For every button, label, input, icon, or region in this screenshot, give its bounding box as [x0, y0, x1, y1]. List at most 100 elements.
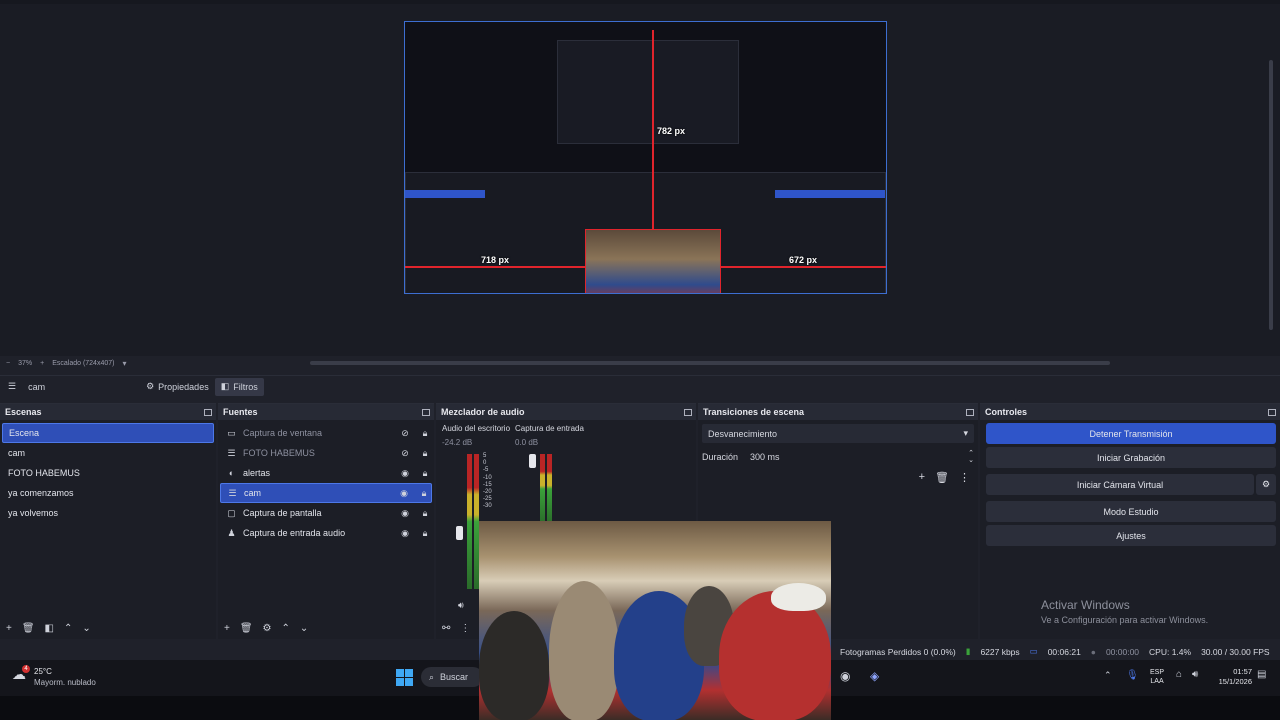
start-recording-button[interactable]: Iniciar Grabación: [986, 447, 1276, 468]
add-scene-button[interactable]: +: [6, 623, 12, 634]
source-item-alertas[interactable]: ◐ alertas ◉ 🔒︎: [220, 463, 432, 483]
preview-vertical-scrollbar[interactable]: [1269, 60, 1273, 330]
source-label: Captura de entrada audio: [243, 528, 346, 538]
source-item-captura-de-pantalla[interactable]: ▢ Captura de pantalla ◉ 🔒︎: [220, 503, 432, 523]
source-label: FOTO HABEMUS: [243, 448, 315, 458]
scene-item-foto-habemus[interactable]: FOTO HABEMUS: [2, 463, 214, 483]
app-taskbar-icon[interactable]: ◈: [870, 669, 879, 683]
guide-label-top: 782 px: [657, 126, 686, 136]
activate-windows-watermark: Activar Windows Ve a Configuración para …: [1041, 598, 1208, 625]
scene-item-cam[interactable]: cam: [2, 443, 214, 463]
lock-icon[interactable]: 🔒︎: [417, 488, 431, 499]
source-item-foto-habemus[interactable]: ☰ FOTO HABEMUS ⊘ 🔒︎: [220, 443, 432, 463]
windows-start-icon[interactable]: [396, 669, 413, 686]
obs-taskbar-icon[interactable]: ◉: [840, 669, 850, 683]
weather-temp[interactable]: 25°C: [34, 667, 52, 676]
lock-icon[interactable]: 🔒︎: [418, 508, 432, 519]
scenes-list: Escena cam FOTO HABEMUS ya comenzamos ya…: [0, 420, 216, 526]
more-vertical-icon[interactable]: ⋮: [959, 471, 970, 484]
transitions-header: Transiciones de escena: [698, 404, 978, 420]
webcam-person: [479, 611, 549, 720]
undock-icon[interactable]: [684, 408, 692, 416]
language-indicator[interactable]: ESP LAA: [1150, 668, 1164, 686]
undock-icon[interactable]: [422, 408, 430, 416]
volume-icon[interactable]: 🔊︎: [1192, 669, 1198, 680]
scene-label: FOTO HABEMUS: [8, 468, 80, 478]
link-icon[interactable]: ⚯: [442, 623, 450, 634]
eye-hidden-icon[interactable]: ⊘: [398, 448, 412, 459]
volume-slider-desktop[interactable]: [456, 526, 463, 540]
studio-mode-button[interactable]: Modo Estudio: [986, 501, 1276, 522]
taskbar-search[interactable]: ⌕ Buscar: [421, 667, 483, 687]
start-virtual-camera-button[interactable]: Iniciar Cámara Virtual: [986, 474, 1254, 495]
preview-zoom-status: − 37% + Escalado (724x407) ▾: [0, 357, 400, 369]
source-label: cam: [244, 488, 262, 498]
chevron-down-icon: ▾: [963, 428, 968, 438]
move-up-button[interactable]: ⌃: [64, 623, 72, 634]
weather-desc[interactable]: Mayorm. nublado: [34, 678, 96, 687]
remove-transition-button[interactable]: 🗑: [935, 471, 949, 484]
zoom-out-button[interactable]: −: [6, 360, 10, 367]
zoom-in-button[interactable]: +: [40, 360, 44, 367]
speaker-icon[interactable]: 🔊︎: [458, 600, 464, 611]
more-vertical-icon[interactable]: ⋮: [460, 623, 470, 634]
properties-label: Propiedades: [158, 381, 209, 392]
lock-icon[interactable]: 🔒︎: [418, 448, 432, 459]
lock-icon[interactable]: 🔒︎: [418, 428, 432, 439]
clock[interactable]: 01:57 15/1/2026: [1212, 667, 1252, 687]
stop-streaming-button[interactable]: Detener Transmisión: [986, 423, 1276, 444]
scene-item-ya-comenzamos[interactable]: ya comenzamos: [2, 483, 214, 503]
chevron-down-icon[interactable]: ▾: [122, 359, 126, 368]
notification-bell-icon[interactable]: ▤: [1257, 669, 1266, 680]
fps: 30.00 / 30.00 FPS: [1201, 646, 1270, 657]
spin-icon[interactable]: ⌃ ⌄: [964, 450, 978, 464]
network-icon[interactable]: ⌂: [1176, 669, 1182, 680]
eye-hidden-icon[interactable]: ⊘: [398, 428, 412, 439]
watermark-title: Activar Windows: [1041, 598, 1130, 612]
source-item-captura-de-ventana[interactable]: ▭ Captura de ventana ⊘ 🔒︎: [220, 423, 432, 443]
transition-select[interactable]: Desvanecimiento ▾: [702, 424, 974, 443]
eye-icon[interactable]: ◉: [397, 488, 411, 499]
undock-icon[interactable]: [966, 408, 974, 416]
remove-source-button[interactable]: 🗑: [240, 623, 253, 634]
remove-scene-button[interactable]: 🗑: [22, 623, 35, 634]
bitrate: 6227 kbps: [980, 646, 1020, 657]
record-icon: ●: [1090, 646, 1096, 657]
lock-icon[interactable]: 🔒︎: [418, 468, 432, 479]
cam-source-bounding-box[interactable]: [585, 229, 721, 293]
add-transition-button[interactable]: +: [919, 471, 925, 484]
window-icon: ▭: [227, 427, 236, 438]
duration-input[interactable]: 300 ms: [750, 452, 964, 462]
settings-button[interactable]: Ajustes: [986, 525, 1276, 546]
eye-icon[interactable]: ◉: [398, 528, 412, 539]
properties-button[interactable]: ⚙ Propiedades: [140, 378, 215, 396]
source-item-cam[interactable]: ☰ cam ◉ 🔒︎: [220, 483, 432, 503]
move-up-button[interactable]: ⌃: [282, 623, 290, 634]
scene-filters-button[interactable]: ◧: [45, 623, 54, 634]
filters-button[interactable]: ◧ Filtros: [214, 377, 264, 396]
webcam-overlay-window[interactable]: [479, 521, 831, 720]
lock-icon[interactable]: 🔒︎: [418, 528, 432, 539]
preview-canvas[interactable]: 782 px 718 px 672 px: [404, 21, 887, 294]
scale-mode-select[interactable]: Escalado (724x407): [52, 360, 114, 367]
add-source-button[interactable]: +: [224, 623, 230, 634]
preview-horizontal-scrollbar[interactable]: [310, 361, 1110, 365]
gear-icon: ⚙: [146, 381, 155, 391]
volume-slider-input[interactable]: [529, 454, 536, 468]
channel-db-desktop: -24.2 dB: [442, 438, 473, 447]
undock-icon[interactable]: [204, 408, 212, 416]
scene-item-escena[interactable]: Escena: [2, 423, 214, 443]
gear-icon[interactable]: ⚙: [1256, 474, 1276, 495]
watermark-subtitle: Ve a Configuración para activar Windows.: [1041, 615, 1209, 625]
transition-type: Desvanecimiento: [708, 428, 778, 439]
undock-icon[interactable]: [1268, 408, 1276, 416]
eye-icon[interactable]: ◉: [398, 468, 412, 479]
move-down-button[interactable]: ⌄: [82, 623, 90, 634]
scene-item-ya-volvemos[interactable]: ya volvemos: [2, 503, 214, 523]
chevron-up-icon[interactable]: ⌃: [1104, 670, 1112, 681]
source-item-captura-de-entrada-audio[interactable]: ♟ Captura de entrada audio ◉ 🔒︎: [220, 523, 432, 543]
move-down-button[interactable]: ⌄: [300, 623, 308, 634]
eye-icon[interactable]: ◉: [398, 508, 412, 519]
source-properties-button[interactable]: ⚙: [263, 623, 272, 634]
mic-tray-icon[interactable]: 🎙︎: [1126, 670, 1139, 681]
